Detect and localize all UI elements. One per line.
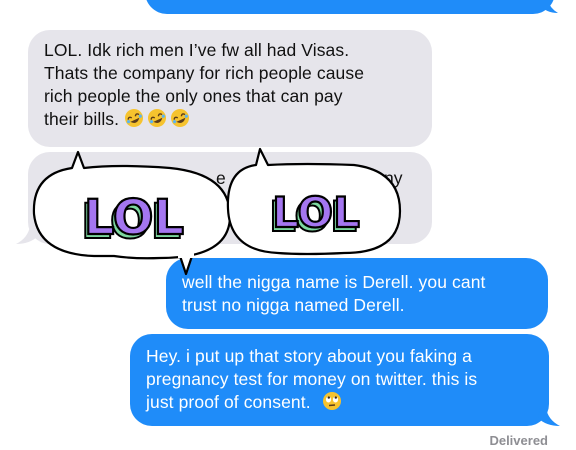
message-line: Thats the company for rich people cause [44, 63, 365, 83]
message-line: LOL. Idk rich men I’ve fw all had Visas. [44, 40, 350, 60]
sticker-text: LOL [84, 190, 184, 246]
message-line: Hey. i put up that story about you fakin… [146, 346, 472, 366]
sticker-text: LOL [272, 188, 360, 237]
message-line: their bills. [44, 109, 120, 129]
message-line-last: their bills. [44, 108, 416, 131]
lol-sticker[interactable]: LOL LOL [224, 143, 404, 273]
message-line: trust no nigga named Derell. [182, 295, 405, 315]
message-bubble-outgoing-2[interactable]: Hey. i put up that story about you fakin… [130, 334, 549, 426]
rofl-emoji-icon [171, 109, 190, 127]
message-line: well the nigga name is Derell. you cant [182, 272, 486, 292]
delivered-status: Delivered [489, 433, 548, 448]
bubble-tail-outgoing-partial [540, 0, 558, 13]
message-line: rich people the only ones that can pay [44, 86, 343, 106]
rofl-emoji-icon [125, 109, 144, 127]
message-line-last: just proof of consent. [146, 391, 533, 414]
rofl-emoji-icon [148, 109, 167, 127]
eye-roll-emoji-icon [322, 392, 341, 410]
message-bubble-incoming-1[interactable]: LOL. Idk rich men I’ve fw all had Visas.… [28, 30, 432, 147]
imessage-thread: LOL. Idk rich men I’ve fw all had Visas.… [0, 0, 576, 450]
lol-sticker[interactable]: LOL LOL [30, 146, 234, 276]
message-line: pregnancy test for money on twitter. thi… [146, 369, 478, 389]
bubble-tail-outgoing [538, 408, 560, 426]
message-bubble-outgoing-partial[interactable] [145, 0, 555, 14]
message-line: just proof of consent. [146, 392, 311, 412]
